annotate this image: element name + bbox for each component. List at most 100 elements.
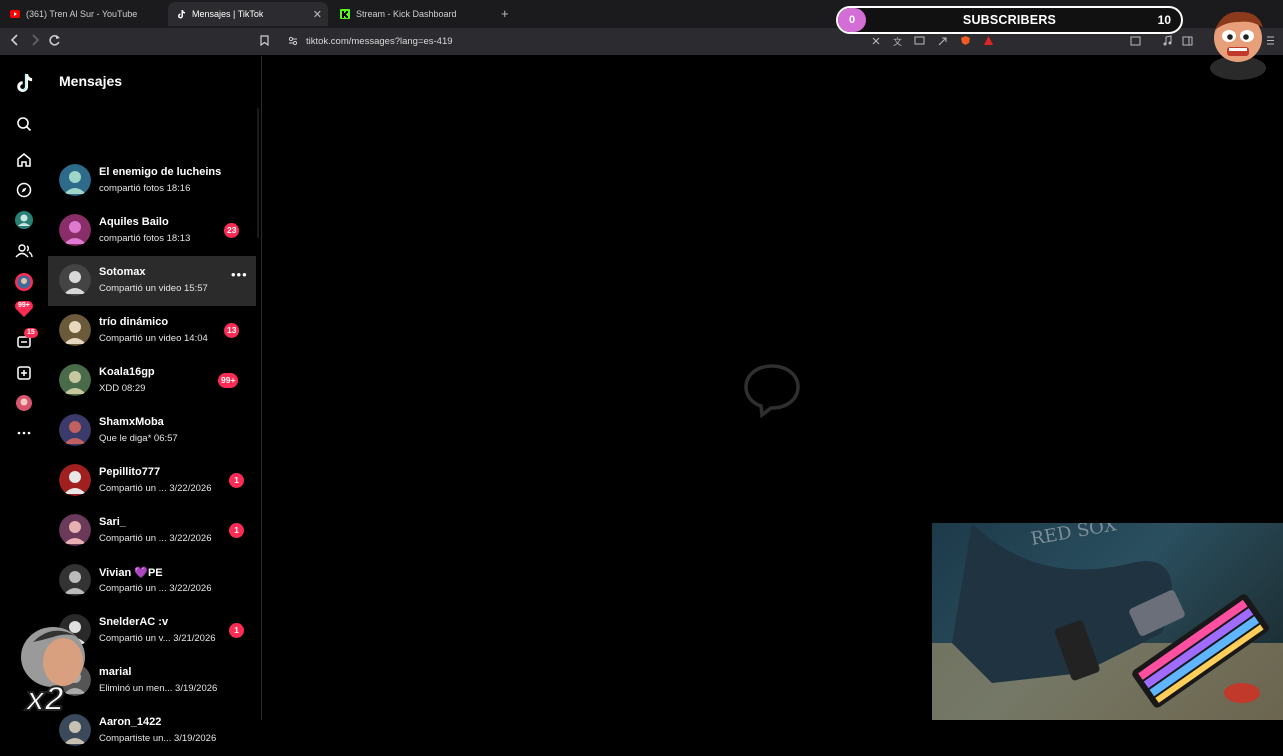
conversation-item[interactable]: Sotomax Compartió un video 15:57 ••• bbox=[48, 256, 256, 306]
cast-icon[interactable] bbox=[914, 35, 925, 46]
upload-icon[interactable] bbox=[14, 363, 34, 383]
rewards-icon[interactable] bbox=[983, 35, 994, 46]
chat-bubble-icon bbox=[744, 364, 800, 419]
conversation-name: Pepillito777 bbox=[99, 466, 161, 478]
tab-tiktok[interactable]: Mensajes | TikTok ✕ bbox=[168, 2, 328, 26]
unread-badge: 99+ bbox=[218, 373, 239, 388]
activity-badge: 99+ bbox=[15, 301, 33, 311]
avatar bbox=[59, 214, 91, 246]
home-icon[interactable] bbox=[14, 150, 34, 170]
unread-badge: 1 bbox=[229, 523, 244, 538]
sidebar-toggle-icon[interactable] bbox=[1182, 35, 1193, 46]
tiktok-logo-icon[interactable] bbox=[14, 73, 34, 93]
screenshot-icon[interactable] bbox=[1130, 35, 1141, 46]
conversation-item[interactable]: Vivian 💜PE Compartió un ... 3/22/2026 bbox=[48, 556, 256, 606]
unread-badge: 13 bbox=[224, 323, 240, 338]
search-icon[interactable] bbox=[14, 114, 34, 134]
conversation-name: marial bbox=[99, 666, 132, 678]
conversation-preview: compartió fotos 18:13 bbox=[99, 233, 191, 244]
share-icon[interactable] bbox=[937, 35, 948, 46]
svg-text:RED SOX: RED SOX bbox=[1029, 523, 1118, 550]
conversation-name: ShamxMoba bbox=[99, 416, 164, 428]
back-button[interactable] bbox=[9, 33, 21, 50]
page-title: Mensajes bbox=[59, 73, 123, 89]
conversation-name: SnelderAC :v bbox=[99, 616, 169, 628]
tab-kick[interactable]: Stream - Kick Dashboard bbox=[332, 2, 492, 26]
conversation-name: Sotomax bbox=[99, 266, 146, 278]
forward-button[interactable] bbox=[29, 33, 41, 50]
multiplier-label: x2 bbox=[25, 679, 65, 719]
conversation-preview: compartió fotos 18:16 bbox=[99, 183, 191, 194]
inbox-icon[interactable]: 15 bbox=[14, 328, 38, 352]
conversation-preview: Compartió un ... 3/22/2026 bbox=[99, 583, 212, 594]
url-text[interactable]: tiktok.com/messages?lang=es-419 bbox=[306, 36, 453, 47]
avatar bbox=[59, 264, 91, 296]
conversation-name: Vivian 💜PE bbox=[99, 567, 163, 579]
translate-icon[interactable]: 文 bbox=[892, 35, 903, 46]
conversation-preview: Compartió un ... 3/22/2026 bbox=[99, 483, 212, 494]
activity-icon[interactable]: 99+ bbox=[14, 301, 34, 321]
kick-icon bbox=[340, 9, 350, 19]
conversation-name: Koala16gp bbox=[99, 366, 155, 378]
avatar bbox=[59, 564, 91, 596]
tab-title: Stream - Kick Dashboard bbox=[356, 9, 457, 19]
subscriber-goal-label: SUBSCRIBERS bbox=[962, 13, 1057, 27]
site-settings-icon[interactable] bbox=[287, 35, 298, 46]
avatar bbox=[59, 414, 91, 446]
shield-icon[interactable] bbox=[870, 35, 881, 46]
conversation-preview: XDD 08:29 bbox=[99, 383, 146, 394]
profile-icon[interactable] bbox=[14, 393, 34, 413]
tiktok-icon bbox=[176, 9, 186, 19]
webcam-feed: RED SOX bbox=[932, 523, 1283, 720]
unread-badge: 1 bbox=[229, 473, 244, 488]
conversation-name: El enemigo de lucheins bbox=[99, 166, 222, 178]
conversation-preview: Compartió un video 15:57 bbox=[99, 283, 208, 294]
following-avatar-icon[interactable] bbox=[14, 210, 34, 230]
conversation-preview: Compartió un ... 3/22/2026 bbox=[99, 533, 212, 544]
tab-title: (361) Tren Al Sur - YouTube bbox=[26, 9, 138, 19]
conversation-name: Aquiles Bailo bbox=[99, 216, 169, 228]
conversation-item[interactable]: Koala16gp XDD 08:29 99+ bbox=[48, 356, 256, 406]
brave-shield-icon[interactable] bbox=[960, 35, 971, 46]
inbox-badge: 15 bbox=[24, 328, 38, 338]
conversation-preview: Compartiste un... 3/19/2026 bbox=[99, 733, 217, 744]
unread-badge: 1 bbox=[229, 623, 244, 638]
friends-icon[interactable] bbox=[14, 241, 34, 261]
conversation-item[interactable]: trío dinámico Compartió un video 14:04 13 bbox=[48, 306, 256, 356]
youtube-icon bbox=[10, 9, 20, 19]
reload-button[interactable] bbox=[48, 33, 61, 50]
svg-text:文: 文 bbox=[893, 36, 902, 46]
mascot-emote-icon bbox=[1210, 11, 1266, 80]
conversation-name: Aaron_1422 bbox=[99, 716, 162, 728]
conversation-item[interactable]: Aaron_1422 Compartiste un... 3/19/2026 bbox=[48, 706, 256, 756]
conversation-preview: Que le diga* 06:57 bbox=[99, 433, 178, 444]
avatar bbox=[59, 164, 91, 196]
scrollbar[interactable] bbox=[257, 108, 259, 238]
conversation-name: trío dinámico bbox=[99, 316, 169, 328]
avatar bbox=[59, 464, 91, 496]
unread-badge: 23 bbox=[224, 223, 240, 238]
live-icon[interactable] bbox=[14, 272, 34, 292]
avatar bbox=[59, 314, 91, 346]
conversation-preview: Compartió un v... 3/21/2026 bbox=[99, 633, 216, 644]
new-tab-button[interactable]: + bbox=[501, 6, 509, 21]
bookmark-icon[interactable] bbox=[259, 35, 270, 46]
subscriber-goal-target: 10 bbox=[1157, 13, 1171, 27]
conversation-item[interactable]: Sari_ Compartió un ... 3/22/2026 1 bbox=[48, 506, 256, 556]
close-tab-icon[interactable]: ✕ bbox=[313, 8, 322, 21]
conversation-preview: Eliminó un men... 3/19/2026 bbox=[99, 683, 218, 694]
conversation-item[interactable]: ShamxMoba Que le diga* 06:57 bbox=[48, 406, 256, 456]
avatar bbox=[59, 364, 91, 396]
more-icon[interactable] bbox=[14, 423, 34, 443]
music-icon[interactable] bbox=[1162, 35, 1173, 46]
explore-icon[interactable] bbox=[14, 180, 34, 200]
avatar bbox=[59, 514, 91, 546]
conversation-name: Sari_ bbox=[99, 516, 126, 528]
conversation-item[interactable]: Pepillito777 Compartió un ... 3/22/2026 1 bbox=[48, 456, 256, 506]
subscriber-goal-widget: 0 SUBSCRIBERS 10 bbox=[836, 6, 1183, 34]
conversation-item[interactable]: Aquiles Bailo compartió fotos 18:13 23 bbox=[48, 206, 256, 256]
conversation-preview: Compartió un video 14:04 bbox=[99, 333, 208, 344]
more-options-icon[interactable]: ••• bbox=[231, 267, 248, 282]
conversation-item[interactable]: El enemigo de lucheins compartió fotos 18… bbox=[48, 156, 256, 206]
tab-youtube[interactable]: (361) Tren Al Sur - YouTube bbox=[2, 2, 167, 26]
